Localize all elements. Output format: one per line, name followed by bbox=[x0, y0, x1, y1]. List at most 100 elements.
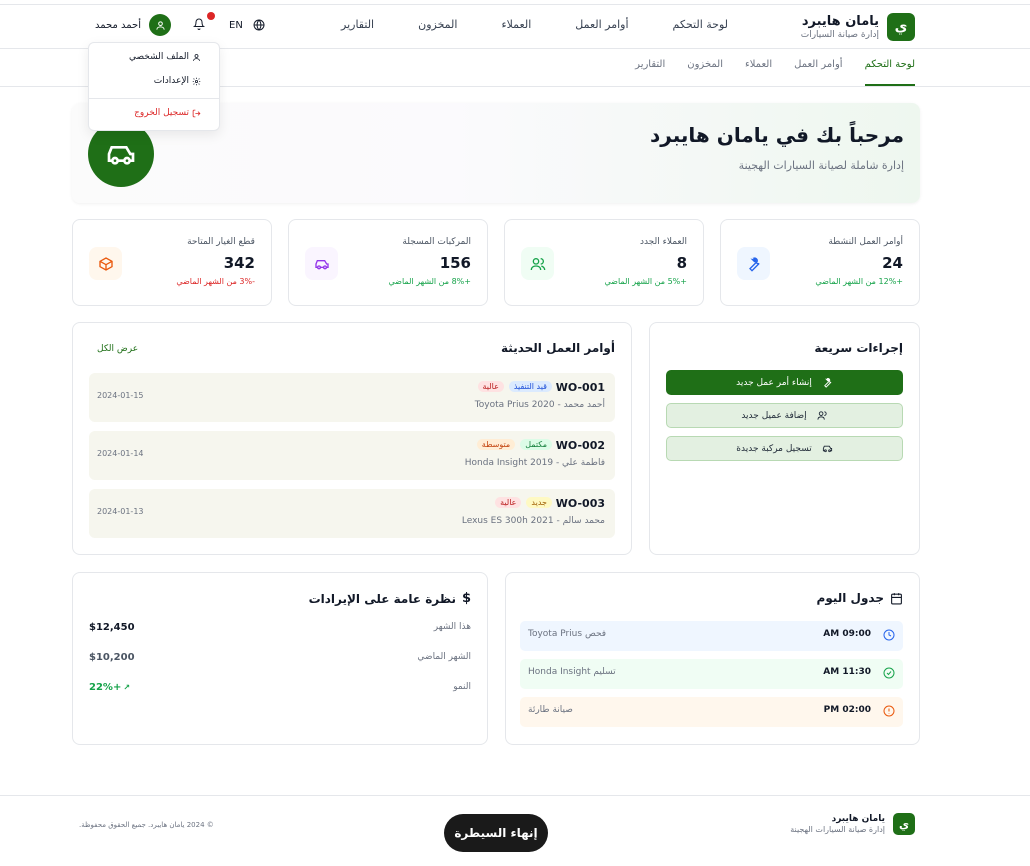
brand[interactable]: ي يامان هايبرد إدارة صيانة السيارات bbox=[801, 13, 915, 41]
stat-value: 342 bbox=[223, 254, 255, 272]
work-order-id: WO-003 bbox=[555, 497, 605, 510]
work-order-date: 2024-01-15 bbox=[97, 391, 144, 400]
nav-work-orders[interactable]: أوامر العمل bbox=[575, 18, 628, 31]
user-name[interactable]: أحمد محمد bbox=[95, 20, 141, 31]
revenue-value: $10,200 bbox=[89, 652, 135, 663]
stat-card-new-customers[interactable]: العملاء الجدد 8 +5% من الشهر الماضي bbox=[504, 219, 704, 306]
subnav-customers[interactable]: العملاء bbox=[745, 49, 772, 86]
gear-icon bbox=[192, 77, 201, 85]
schedule-time: PM 02:00 bbox=[823, 705, 871, 715]
subnav-inventory[interactable]: المخزون bbox=[687, 49, 723, 86]
stat-card-vehicles[interactable]: المركبات المسجلة 156 +8% من الشهر الماضي bbox=[288, 219, 488, 306]
subnav-dashboard[interactable]: لوحة التحكم bbox=[864, 49, 915, 86]
user-icon bbox=[155, 20, 165, 30]
main-nav: لوحة التحكم أوامر العمل العملاء المخزون … bbox=[341, 18, 728, 31]
nav-dashboard[interactable]: لوحة التحكم bbox=[673, 18, 728, 31]
work-order-id: WO-002 bbox=[555, 439, 605, 452]
schedule-item[interactable]: PM 02:00 صيانة طارئة bbox=[520, 697, 903, 727]
revenue-row: النمو ↗ +22% bbox=[89, 682, 471, 696]
wrench-icon bbox=[748, 256, 760, 272]
users-icon bbox=[817, 411, 827, 420]
status-badge: جديد bbox=[526, 497, 552, 508]
menu-profile[interactable]: الملف الشخصي bbox=[129, 52, 201, 62]
avatar[interactable] bbox=[149, 14, 172, 36]
car-icon bbox=[822, 445, 832, 453]
menu-settings[interactable]: الإعدادات bbox=[154, 76, 201, 86]
schedule-text: فحص Toyota Prius bbox=[528, 629, 607, 639]
schedule-item[interactable]: AM 11:30 تسليم Honda Insight bbox=[520, 659, 903, 689]
brand-subtitle: إدارة صيانة السيارات bbox=[800, 30, 879, 40]
stat-icon-box bbox=[737, 247, 770, 280]
notification-dot bbox=[207, 12, 216, 20]
clock-icon bbox=[883, 629, 895, 641]
revenue-overview-card: $ نظرة عامة على الإيرادات هذا الشهر $12,… bbox=[72, 572, 488, 745]
stat-change: +8% من الشهر الماضي bbox=[388, 277, 472, 286]
work-order-customer: أحمد محمد - Toyota Prius 2020 bbox=[474, 400, 605, 410]
status-badge: قيد التنفيذ bbox=[508, 381, 552, 392]
revenue-value: +22% bbox=[89, 682, 122, 693]
schedule-item[interactable]: AM 09:00 فحص Toyota Prius bbox=[520, 621, 903, 651]
quick-actions-card: إجراءات سريعة إنشاء أمر عمل جديد إضافة ع… bbox=[649, 322, 920, 555]
users-icon bbox=[530, 257, 545, 270]
today-schedule-card: جدول اليوم AM 09:00 فحص Toyota Prius AM … bbox=[505, 572, 920, 745]
nav-reports[interactable]: التقارير bbox=[341, 18, 374, 31]
subnav-reports[interactable]: التقارير bbox=[635, 49, 665, 86]
header-actions: أحمد محمد EN bbox=[95, 12, 265, 36]
subnav-work-orders[interactable]: أوامر العمل bbox=[794, 49, 842, 86]
add-customer-button[interactable]: إضافة عميل جديد bbox=[666, 403, 903, 428]
schedule-time: AM 09:00 bbox=[823, 629, 871, 639]
footer-brand: ي يامان هايبرد إدارة صيانة السيارات الهج… bbox=[790, 813, 915, 835]
work-order-customer: محمد سالم - Lexus ES 300h 2021 bbox=[461, 516, 605, 526]
view-all-link[interactable]: عرض الكل bbox=[97, 344, 138, 354]
menu-profile-label: الملف الشخصي bbox=[129, 52, 189, 62]
revenue-title-text: نظرة عامة على الإيرادات bbox=[308, 591, 456, 606]
schedule-title-text: جدول اليوم bbox=[816, 591, 884, 605]
alert-circle-icon bbox=[883, 705, 895, 717]
schedule-text: صيانة طارئة bbox=[528, 705, 573, 715]
revenue-label: الشهر الماضي bbox=[417, 652, 471, 662]
revenue-label: النمو bbox=[453, 682, 471, 692]
nav-inventory[interactable]: المخزون bbox=[418, 18, 457, 31]
stat-change: -3% من الشهر الماضي bbox=[176, 277, 255, 286]
work-order-date: 2024-01-13 bbox=[97, 507, 144, 516]
footer-subtitle: إدارة صيانة السيارات الهجينة bbox=[790, 825, 885, 834]
revenue-row: هذا الشهر $12,450 bbox=[89, 622, 471, 636]
register-vehicle-label: تسجيل مركبة جديدة bbox=[736, 443, 812, 454]
stat-icon-box bbox=[521, 247, 554, 280]
dollar-icon: $ bbox=[461, 591, 471, 606]
nav-customers[interactable]: العملاء bbox=[501, 18, 531, 31]
growth-value-wrap: ↗ +22% bbox=[89, 682, 130, 693]
stat-value: 156 bbox=[439, 254, 471, 272]
revenue-row: الشهر الماضي $10,200 bbox=[89, 652, 471, 666]
quick-actions-title: إجراءات سريعة bbox=[814, 341, 903, 355]
notifications-button[interactable] bbox=[192, 12, 216, 32]
globe-icon[interactable] bbox=[253, 19, 265, 31]
menu-divider bbox=[89, 98, 219, 99]
end-control-button[interactable]: إنهاء السيطرة bbox=[444, 814, 548, 852]
work-order-item[interactable]: WO-002 مكتمل متوسطة فاطمة علي - Honda In… bbox=[89, 431, 615, 480]
priority-badge: عالية bbox=[477, 381, 504, 392]
recent-work-orders-title: أوامر العمل الحديثة bbox=[501, 341, 615, 355]
stat-label: أوامر العمل النشطة bbox=[828, 237, 903, 247]
menu-logout[interactable]: تسجيل الخروج bbox=[134, 108, 201, 118]
copyright: © 2024 يامان هايبرد. جميع الحقوق محفوظة. bbox=[79, 821, 214, 829]
stat-card-parts[interactable]: قطع الغيار المتاحة 342 -3% من الشهر الما… bbox=[72, 219, 272, 306]
stat-icon-box bbox=[305, 247, 338, 280]
stat-value: 24 bbox=[882, 254, 903, 272]
schedule-title: جدول اليوم bbox=[817, 591, 903, 605]
user-icon bbox=[193, 53, 200, 61]
create-work-order-button[interactable]: إنشاء أمر عمل جديد bbox=[666, 370, 903, 395]
language-toggle[interactable]: EN bbox=[229, 20, 243, 31]
stat-card-active-orders[interactable]: أوامر العمل النشطة 24 +12% من الشهر الما… bbox=[720, 219, 920, 306]
user-dropdown: الملف الشخصي الإعدادات تسجيل الخروج bbox=[88, 42, 220, 131]
work-order-item[interactable]: WO-001 قيد التنفيذ عالية أحمد محمد - Toy… bbox=[89, 373, 615, 422]
menu-settings-label: الإعدادات bbox=[153, 76, 189, 86]
work-order-item[interactable]: WO-003 جديد عالية محمد سالم - Lexus ES 3… bbox=[89, 489, 615, 538]
revenue-value: $12,450 bbox=[89, 622, 135, 633]
revenue-title: $ نظرة عامة على الإيرادات bbox=[309, 591, 471, 606]
register-vehicle-button[interactable]: تسجيل مركبة جديدة bbox=[666, 436, 903, 461]
welcome-subtitle: إدارة شاملة لصيانة السيارات الهجينة bbox=[738, 159, 904, 172]
trend-up-icon: ↗ bbox=[123, 683, 131, 692]
schedule-time: AM 11:30 bbox=[823, 667, 871, 677]
bell-icon bbox=[192, 18, 206, 30]
